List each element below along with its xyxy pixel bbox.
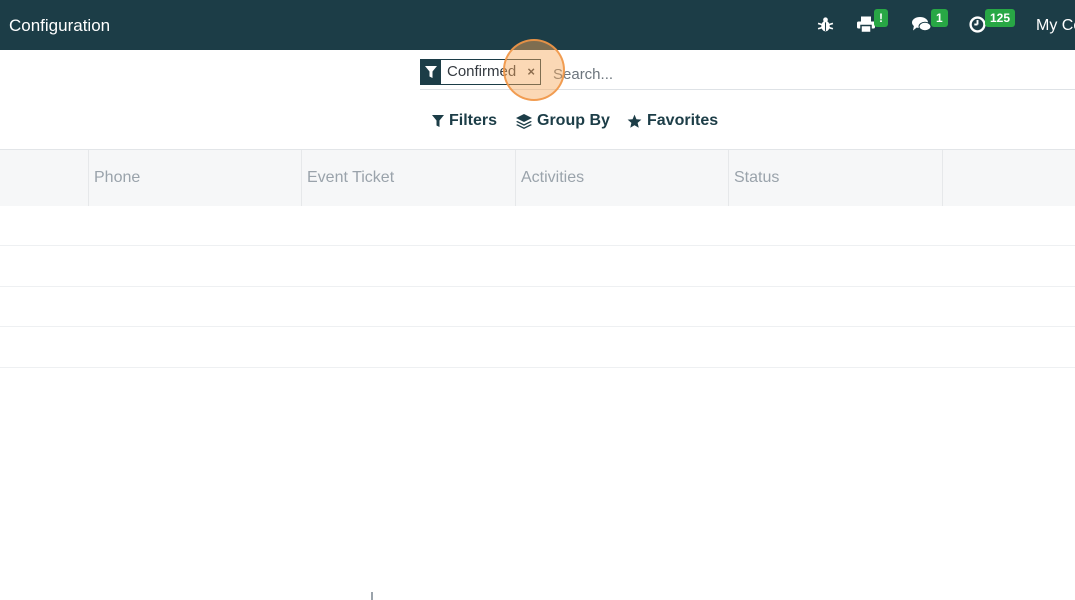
column-header-activities[interactable]: Activities xyxy=(515,150,728,206)
filter-facet-icon xyxy=(421,60,441,84)
group-by-toggle[interactable]: Group By xyxy=(516,110,610,132)
printer-icon xyxy=(857,16,875,33)
print-badge: ! xyxy=(874,9,888,27)
search-input[interactable] xyxy=(551,62,1055,86)
column-header-phone[interactable]: Phone xyxy=(88,150,301,206)
activities-badge: 125 xyxy=(985,9,1016,27)
table-row-divider xyxy=(0,367,1075,368)
favorites-label: Favorites xyxy=(647,112,719,129)
column-header-status[interactable]: Status xyxy=(728,150,942,206)
list-table-header: Phone Event Ticket Activities Status xyxy=(0,149,1075,206)
star-icon xyxy=(627,114,642,128)
column-header-optional[interactable] xyxy=(942,150,1075,206)
layers-icon xyxy=(516,113,532,129)
funnel-icon xyxy=(432,114,444,127)
clock-icon xyxy=(969,16,986,33)
text-cursor xyxy=(371,592,373,600)
click-indicator xyxy=(503,39,565,101)
table-row-divider xyxy=(0,286,1075,287)
table-row-divider xyxy=(0,245,1075,246)
company-switcher[interactable]: My Co xyxy=(1036,17,1075,35)
filters-label: Filters xyxy=(449,112,498,129)
table-row-divider xyxy=(0,326,1075,327)
app-title[interactable]: Configuration xyxy=(9,16,110,36)
group-by-label: Group By xyxy=(537,112,610,129)
filters-toggle[interactable]: Filters xyxy=(432,110,497,132)
messages-badge: 1 xyxy=(931,9,948,27)
chat-icon xyxy=(912,17,932,32)
favorites-toggle[interactable]: Favorites xyxy=(627,110,718,132)
column-header-event-ticket[interactable]: Event Ticket xyxy=(301,150,515,206)
bug-icon xyxy=(817,17,834,32)
funnel-icon xyxy=(425,65,437,78)
